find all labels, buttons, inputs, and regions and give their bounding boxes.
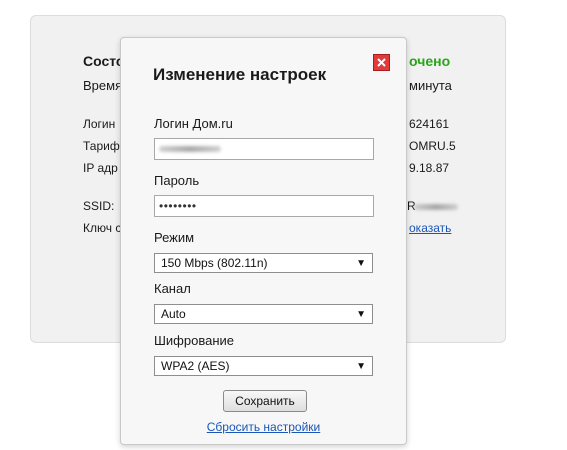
time-value: минута bbox=[409, 78, 452, 93]
show-key-link[interactable]: оказать bbox=[409, 221, 451, 235]
key-label: Ключ с bbox=[83, 221, 122, 235]
encryption-field-label: Шифрование bbox=[154, 333, 234, 348]
close-icon bbox=[377, 58, 386, 67]
channel-field-label: Канал bbox=[154, 281, 191, 296]
save-button[interactable]: Сохранить bbox=[223, 390, 307, 412]
login-redacted bbox=[159, 146, 221, 152]
tariff-label: Тариф bbox=[83, 139, 120, 153]
settings-dialog: Изменение настроек Логин Дом.ru Пароль •… bbox=[120, 37, 407, 445]
time-label: Время bbox=[83, 78, 123, 93]
ip-value: 9.18.87 bbox=[409, 161, 450, 175]
channel-select[interactable]: Auto ▼ bbox=[154, 304, 373, 324]
status-value: очено bbox=[409, 53, 451, 69]
close-button[interactable] bbox=[373, 54, 390, 71]
dialog-title: Изменение настроек bbox=[153, 65, 327, 84]
dropdown-arrow-icon: ▼ bbox=[356, 309, 366, 320]
password-field-label: Пароль bbox=[154, 173, 200, 188]
encryption-selected-value: WPA2 (AES) bbox=[161, 359, 230, 373]
status-label: Состо bbox=[83, 53, 125, 69]
login-label: Логин bbox=[83, 117, 116, 131]
password-input[interactable]: •••••••• bbox=[154, 195, 374, 217]
channel-selected-value: Auto bbox=[161, 307, 186, 321]
ssid-redacted bbox=[414, 204, 458, 210]
encryption-select[interactable]: WPA2 (AES) ▼ bbox=[154, 356, 373, 376]
login-value: 624161 bbox=[409, 117, 450, 131]
mode-field-label: Режим bbox=[154, 230, 195, 245]
login-field-label: Логин Дом.ru bbox=[154, 116, 233, 131]
ip-label: IP адр bbox=[83, 161, 118, 175]
mode-selected-value: 150 Mbps (802.11n) bbox=[161, 256, 268, 270]
ssid-label: SSID: bbox=[83, 199, 115, 213]
tariff-value: OMRU.5 bbox=[409, 139, 456, 153]
dropdown-arrow-icon: ▼ bbox=[356, 258, 366, 269]
reset-settings-link[interactable]: Сбросить настройки bbox=[121, 420, 406, 434]
mode-select[interactable]: 150 Mbps (802.11n) ▼ bbox=[154, 253, 373, 273]
dropdown-arrow-icon: ▼ bbox=[356, 361, 366, 372]
